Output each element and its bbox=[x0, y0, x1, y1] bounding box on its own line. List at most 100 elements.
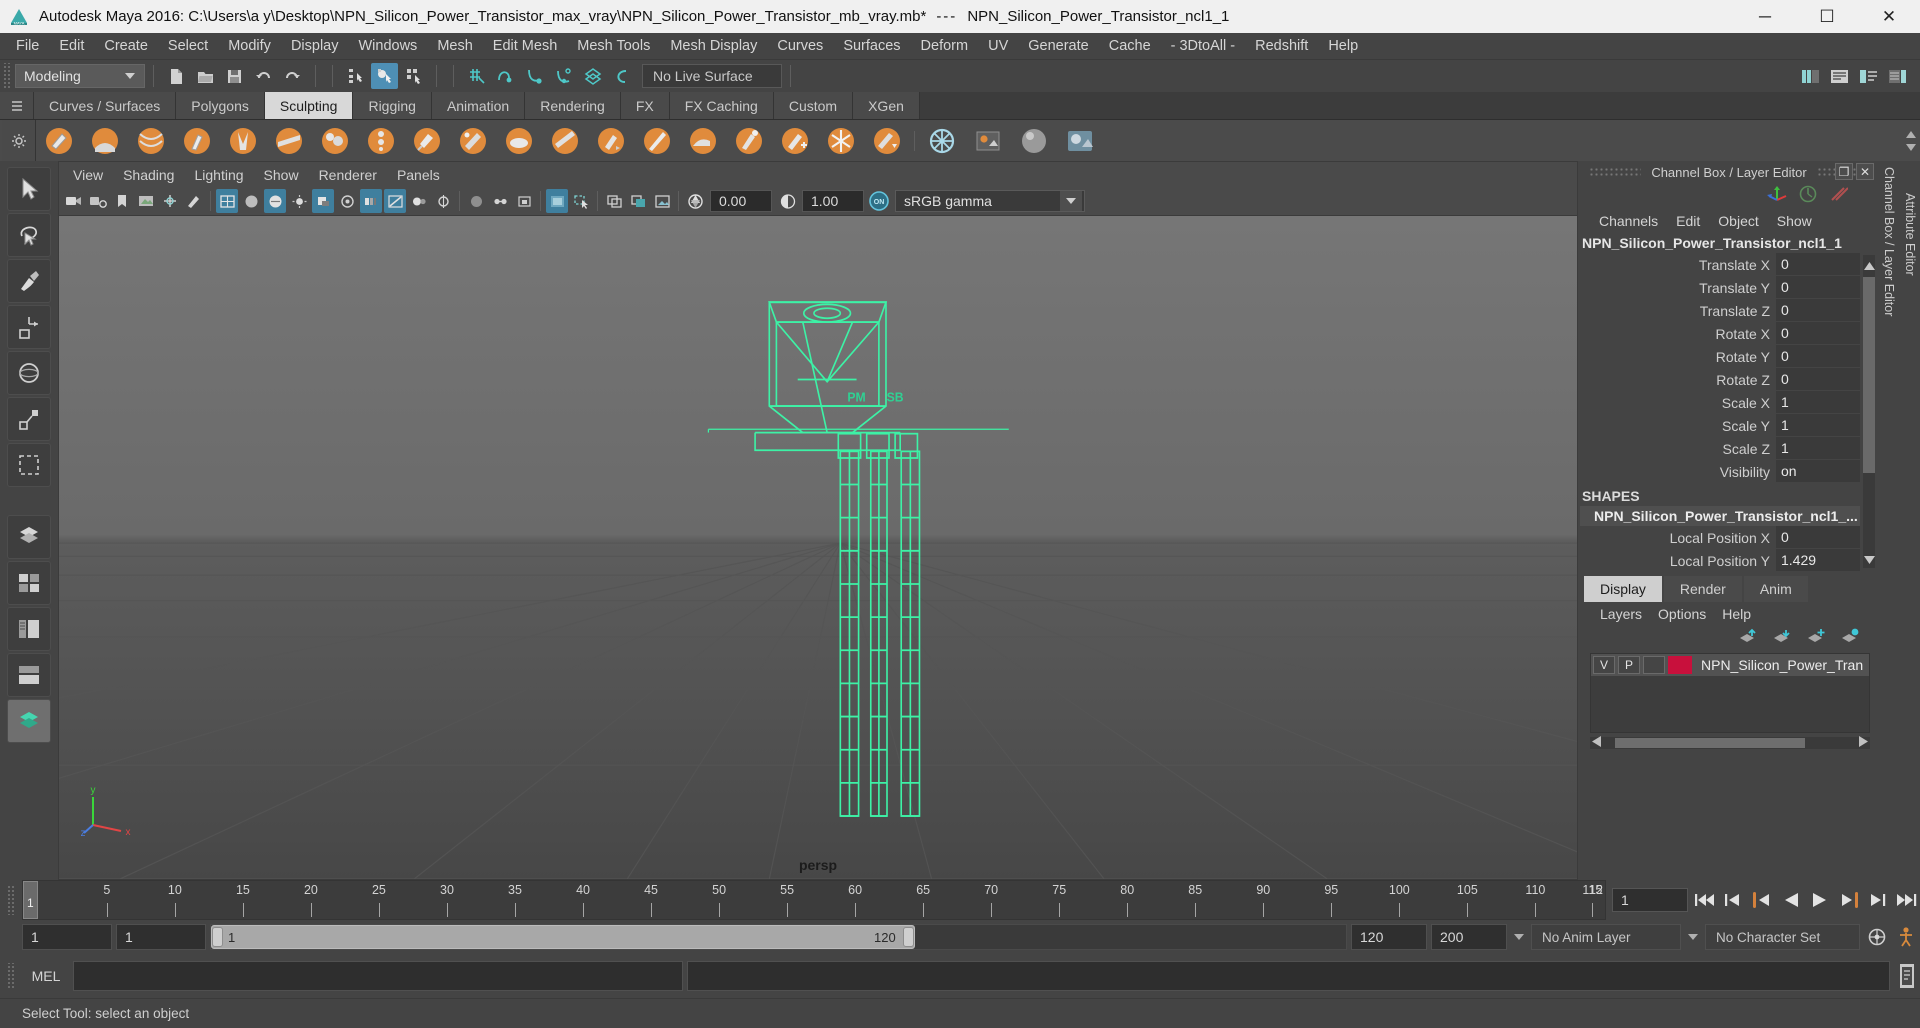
channel-box-icon[interactable] bbox=[1884, 63, 1911, 89]
panel-copy-icon[interactable] bbox=[603, 189, 625, 213]
animation-end-field[interactable]: 200 bbox=[1431, 924, 1507, 950]
menu-edit[interactable]: Edit bbox=[49, 35, 94, 57]
tab-display[interactable]: Display bbox=[1584, 576, 1662, 602]
snap-to-view-plane-icon[interactable] bbox=[579, 63, 606, 89]
relax-tool-icon[interactable] bbox=[131, 122, 171, 160]
animation-start-field[interactable]: 1 bbox=[22, 924, 112, 950]
use-all-lights-icon[interactable] bbox=[288, 189, 310, 213]
channel-row[interactable]: Translate Y 0 bbox=[1580, 276, 1860, 299]
fill-tool-icon[interactable] bbox=[591, 122, 631, 160]
menu-uv[interactable]: UV bbox=[978, 35, 1018, 57]
viewport-menu-view[interactable]: View bbox=[63, 165, 113, 185]
step-back-frame-icon[interactable] bbox=[1720, 887, 1746, 913]
menu-edit-mesh[interactable]: Edit Mesh bbox=[483, 35, 567, 57]
layer-menu-help[interactable]: Help bbox=[1714, 604, 1759, 624]
isolate-select-icon[interactable] bbox=[432, 189, 454, 213]
step-forward-frame-icon[interactable] bbox=[1865, 887, 1891, 913]
bulge-tool-icon[interactable] bbox=[729, 122, 769, 160]
shelf-tab-rigging[interactable]: Rigging bbox=[353, 92, 432, 119]
command-line-grip[interactable] bbox=[6, 963, 16, 989]
two-d-pan-zoom-icon[interactable] bbox=[159, 189, 181, 213]
tab-render[interactable]: Render bbox=[1663, 576, 1742, 602]
open-scene-icon[interactable] bbox=[192, 63, 219, 89]
channel-row[interactable]: Translate X 0 bbox=[1580, 253, 1860, 276]
shelf-tab-xgen[interactable]: XGen bbox=[853, 92, 920, 119]
go-to-end-icon[interactable] bbox=[1894, 887, 1920, 913]
channel-value-field[interactable]: 0 bbox=[1776, 322, 1860, 345]
step-back-key-icon[interactable] bbox=[1749, 887, 1775, 913]
range-end-handle[interactable] bbox=[902, 927, 914, 947]
shelf-tab-curves-surfaces[interactable]: Curves / Surfaces bbox=[34, 92, 177, 119]
smooth-shade-all-icon[interactable] bbox=[240, 189, 262, 213]
move-layer-up-icon[interactable] bbox=[1738, 628, 1758, 649]
close-panel-button[interactable]: ✕ bbox=[1856, 163, 1874, 180]
gamma-icon[interactable] bbox=[776, 189, 798, 213]
shelf-tab-sculpting[interactable]: Sculpting bbox=[264, 92, 354, 119]
channel-box-menu-channels[interactable]: Channels bbox=[1590, 211, 1667, 231]
bookmark-icon[interactable] bbox=[111, 189, 133, 213]
menu-curves[interactable]: Curves bbox=[767, 35, 833, 57]
channel-value-field[interactable]: 0 bbox=[1776, 345, 1860, 368]
sphere-brush-icon[interactable] bbox=[1014, 122, 1054, 160]
viewport-menu-panels[interactable]: Panels bbox=[387, 165, 450, 185]
move-tool[interactable] bbox=[7, 305, 51, 349]
play-forwards-icon[interactable] bbox=[1807, 887, 1833, 913]
viewport-menu-renderer[interactable]: Renderer bbox=[309, 165, 387, 185]
restore-panel-button[interactable]: ❐ bbox=[1835, 163, 1853, 180]
layer-row[interactable]: V P NPN_Silicon_Power_Tran bbox=[1591, 654, 1869, 676]
shelf-tab-animation[interactable]: Animation bbox=[431, 92, 526, 119]
layer-menu-layers[interactable]: Layers bbox=[1592, 604, 1650, 624]
range-end-field[interactable]: 120 bbox=[1351, 924, 1427, 950]
attribute-editor-icon[interactable] bbox=[1826, 63, 1853, 89]
dock-tab-channel-box[interactable]: Channel Box / Layer Editor bbox=[1882, 167, 1896, 316]
channel-value-field[interactable]: 0 bbox=[1776, 526, 1860, 549]
spray-tool-icon[interactable] bbox=[361, 122, 401, 160]
scrape-tool-icon[interactable] bbox=[545, 122, 585, 160]
current-frame-field[interactable]: 1 bbox=[1612, 888, 1688, 912]
anim-layer-selector[interactable]: No Anim Layer bbox=[1531, 924, 1681, 950]
hscrollbar-thumb[interactable] bbox=[1615, 738, 1805, 748]
channel-row[interactable]: Scale X 1 bbox=[1580, 391, 1860, 414]
statusbar-grip[interactable] bbox=[2, 63, 12, 89]
shelf-tab-fx[interactable]: FX bbox=[620, 92, 670, 119]
select-by-component-type-icon[interactable] bbox=[400, 63, 427, 89]
paint-selection-tool[interactable] bbox=[7, 259, 51, 303]
foamy-tool-icon[interactable] bbox=[315, 122, 355, 160]
script-editor-icon[interactable] bbox=[1894, 960, 1920, 992]
channel-row[interactable]: Rotate Y 0 bbox=[1580, 345, 1860, 368]
display-layer-list[interactable]: V P NPN_Silicon_Power_Tran bbox=[1590, 653, 1870, 733]
menu-mesh-tools[interactable]: Mesh Tools bbox=[567, 35, 660, 57]
xray-active-components-icon[interactable] bbox=[513, 189, 535, 213]
layer-list-hscrollbar[interactable] bbox=[1590, 734, 1870, 752]
shadows-icon[interactable] bbox=[312, 189, 334, 213]
channel-box-menu-edit[interactable]: Edit bbox=[1667, 211, 1709, 231]
scroll-left-icon[interactable] bbox=[1590, 734, 1601, 752]
play-backwards-icon[interactable] bbox=[1778, 887, 1804, 913]
new-scene-icon[interactable] bbox=[163, 63, 190, 89]
viewport-canvas[interactable]: PM SB y x z persp bbox=[58, 215, 1578, 880]
layer-shading-toggle[interactable] bbox=[1643, 656, 1665, 674]
shaded-textured-icon[interactable] bbox=[264, 189, 286, 213]
speed-icon[interactable] bbox=[1798, 184, 1818, 209]
shelf-tab-fx-caching[interactable]: FX Caching bbox=[669, 92, 774, 119]
panel-tear-off-icon[interactable] bbox=[627, 189, 649, 213]
exposure-icon[interactable] bbox=[684, 189, 706, 213]
lasso-select-tool[interactable] bbox=[7, 213, 51, 257]
layer-menu-options[interactable]: Options bbox=[1650, 604, 1714, 624]
animation-preferences-icon[interactable] bbox=[1894, 924, 1920, 950]
quick-layout-four-view[interactable] bbox=[7, 561, 51, 605]
layer-visibility-toggle[interactable]: V bbox=[1593, 656, 1615, 674]
freeze-tool-icon[interactable] bbox=[821, 122, 861, 160]
smooth-tool-icon[interactable] bbox=[85, 122, 125, 160]
shape-node-name[interactable]: NPN_Silicon_Power_Transistor_ncl1_... bbox=[1580, 506, 1860, 526]
rotate-tool[interactable] bbox=[7, 351, 51, 395]
xray-icon[interactable] bbox=[465, 189, 487, 213]
menu-generate[interactable]: Generate bbox=[1018, 35, 1098, 57]
amplify-tool-icon[interactable] bbox=[775, 122, 815, 160]
close-button[interactable]: ✕ bbox=[1858, 0, 1920, 33]
image-plane-icon[interactable] bbox=[135, 189, 157, 213]
channel-value-field[interactable]: 1 bbox=[1776, 414, 1860, 437]
script-language-label[interactable]: MEL bbox=[23, 968, 69, 984]
scroll-up-icon[interactable] bbox=[1863, 259, 1875, 273]
quick-layout-persp-graph[interactable] bbox=[7, 699, 51, 743]
